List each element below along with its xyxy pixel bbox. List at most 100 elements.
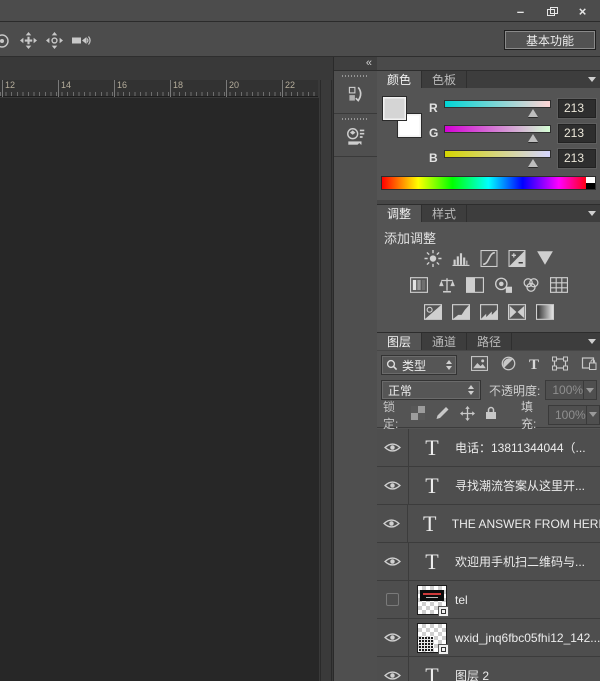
- layer-name[interactable]: 寻找潮流答案从这里开...: [455, 477, 585, 494]
- visibility-toggle[interactable]: [377, 467, 409, 504]
- restore-button[interactable]: [536, 0, 567, 22]
- red-slider-thumb[interactable]: [528, 109, 538, 117]
- updown-icon: [468, 385, 474, 395]
- color-lookup-button[interactable]: [550, 277, 568, 293]
- selective-color-button[interactable]: [536, 304, 554, 320]
- lock-all-icon[interactable]: [485, 406, 497, 423]
- tab-adjustments[interactable]: 调整: [377, 205, 422, 222]
- blue-slider[interactable]: [444, 148, 551, 168]
- minimize-button[interactable]: –: [505, 0, 536, 22]
- layer-row[interactable]: wxid_jnq6fbc05fhi12_142...: [377, 619, 600, 657]
- spectrum-bw-cap[interactable]: [586, 177, 595, 189]
- text-layer-icon: T: [425, 549, 438, 575]
- color-panel-body: R 213 G 213 B: [377, 88, 600, 200]
- visibility-toggle[interactable]: [377, 429, 409, 466]
- expand-panels-button[interactable]: «: [366, 57, 371, 69]
- visibility-toggle[interactable]: [377, 657, 409, 681]
- hue-saturation-button[interactable]: [410, 277, 428, 293]
- layer-row[interactable]: tel: [377, 581, 600, 619]
- green-slider[interactable]: [444, 123, 551, 143]
- lock-paint-icon[interactable]: [435, 406, 450, 423]
- layer-name[interactable]: 电话：13811344044（...: [455, 439, 586, 456]
- blue-value-field[interactable]: 213: [558, 149, 596, 168]
- tab-paths[interactable]: 路径: [467, 333, 512, 350]
- tab-styles[interactable]: 样式: [422, 205, 467, 222]
- levels-button[interactable]: [452, 250, 470, 267]
- panel-menu-icon[interactable]: [588, 77, 596, 82]
- gradient-map-button[interactable]: [508, 304, 526, 320]
- canvas[interactable]: [0, 98, 319, 681]
- fill-combo[interactable]: 100%: [548, 405, 600, 425]
- layer-name[interactable]: THE ANSWER FROM HERE: [452, 517, 600, 531]
- ruler-label: 22: [282, 80, 295, 97]
- panel-menu-icon[interactable]: [588, 211, 596, 216]
- move-view-icon[interactable]: [46, 32, 63, 49]
- layer-row[interactable]: T 图层 2: [377, 657, 600, 681]
- layer-thumbnail[interactable]: [417, 623, 447, 653]
- window-controls: – ×: [505, 0, 598, 22]
- type-layer-filter-icon[interactable]: T: [529, 357, 539, 374]
- tab-color[interactable]: 颜色: [377, 71, 422, 88]
- visibility-toggle[interactable]: [377, 619, 409, 656]
- layer-thumbnail[interactable]: [417, 585, 447, 615]
- channel-mixer-button[interactable]: [522, 277, 540, 293]
- smart-object-filter-icon[interactable]: [581, 356, 597, 374]
- blue-channel-row: B 213: [429, 148, 596, 168]
- posterize-button[interactable]: [452, 304, 470, 320]
- invert-button[interactable]: [424, 304, 442, 320]
- layer-row[interactable]: T 寻找潮流答案从这里开...: [377, 467, 600, 505]
- curves-button[interactable]: [480, 250, 498, 267]
- visibility-toggle[interactable]: [377, 581, 409, 618]
- layer-filter-kind-select[interactable]: 类型: [381, 355, 457, 375]
- workspace-switcher-label: 基本功能: [526, 32, 574, 49]
- exposure-button[interactable]: [508, 250, 526, 267]
- visibility-toggle[interactable]: [377, 543, 409, 580]
- workspace-switcher[interactable]: 基本功能: [504, 30, 596, 50]
- video-audio-icon[interactable]: [72, 34, 92, 47]
- eye-icon: [384, 670, 401, 681]
- horizontal-ruler[interactable]: 12 14 16 18 20 22: [0, 80, 318, 97]
- layer-row[interactable]: T 电话：13811344044（...: [377, 429, 600, 467]
- tab-channels[interactable]: 通道: [422, 333, 467, 350]
- green-channel-row: G 213: [429, 123, 596, 143]
- blue-slider-thumb[interactable]: [528, 159, 538, 167]
- history-panel-button[interactable]: [334, 71, 377, 114]
- shape-layer-filter-icon[interactable]: [552, 356, 568, 374]
- red-value-field[interactable]: 213: [558, 99, 596, 118]
- pan-view-icon[interactable]: [20, 32, 37, 49]
- layer-name[interactable]: 欢迎用手机扫二维码与...: [455, 553, 585, 570]
- black-white-button[interactable]: [466, 277, 484, 293]
- properties-panel-button[interactable]: [334, 114, 377, 157]
- brightness-contrast-button[interactable]: [424, 250, 442, 267]
- green-slider-thumb[interactable]: [528, 134, 538, 142]
- close-button[interactable]: ×: [567, 0, 598, 22]
- layer-row[interactable]: T 欢迎用手机扫二维码与...: [377, 543, 600, 581]
- history-panel-icon: [346, 83, 366, 105]
- lock-position-icon[interactable]: [460, 406, 475, 424]
- green-value-field[interactable]: 213: [558, 124, 596, 143]
- layer-name[interactable]: 图层 2: [455, 667, 489, 681]
- threshold-button[interactable]: [480, 304, 498, 320]
- layer-row[interactable]: T THE ANSWER FROM HERE: [377, 505, 600, 543]
- color-spectrum-ramp[interactable]: [381, 176, 596, 190]
- red-slider[interactable]: [444, 98, 551, 118]
- opacity-combo[interactable]: 100%: [545, 380, 597, 400]
- rotate-view-icon[interactable]: [0, 33, 11, 49]
- layer-name[interactable]: wxid_jnq6fbc05fhi12_142...: [455, 631, 600, 645]
- vertical-scrollbar[interactable]: [320, 80, 332, 681]
- dropdown-arrow-icon[interactable]: [583, 381, 596, 399]
- dropdown-arrow-icon[interactable]: [586, 406, 599, 424]
- color-balance-button[interactable]: [438, 277, 456, 293]
- photo-filter-button[interactable]: [494, 277, 512, 293]
- adjustment-layer-filter-icon[interactable]: [501, 356, 516, 374]
- lock-transparency-icon[interactable]: [411, 406, 425, 423]
- tool-option-icons: [0, 32, 92, 49]
- foreground-color-swatch[interactable]: [382, 96, 407, 121]
- layer-name[interactable]: tel: [455, 593, 468, 607]
- panel-menu-icon[interactable]: [588, 339, 596, 344]
- vibrance-button[interactable]: [536, 250, 554, 267]
- tab-layers[interactable]: 图层: [377, 333, 422, 350]
- tab-swatches[interactable]: 色板: [422, 71, 467, 88]
- visibility-toggle[interactable]: [377, 505, 408, 542]
- pixel-layer-filter-icon[interactable]: [471, 356, 488, 374]
